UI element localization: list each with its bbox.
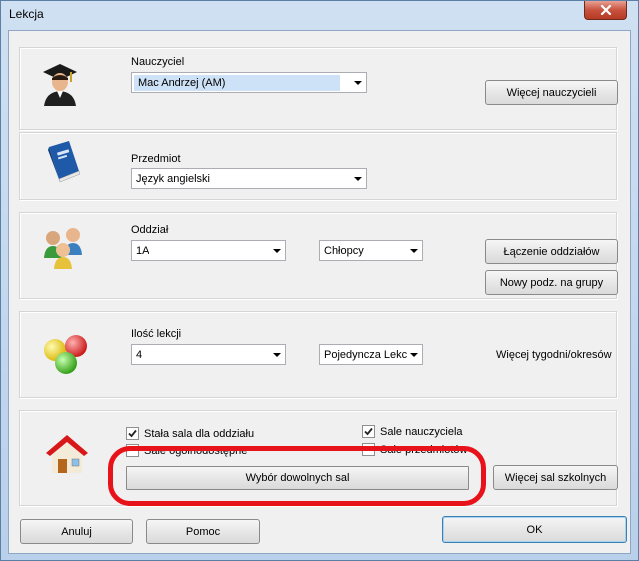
division-value: 1A xyxy=(136,245,150,257)
lessons-panel: Ilość lekcji 4 Pojedyncza Lekc Więcej ty… xyxy=(19,311,617,398)
title-bar[interactable]: Lekcja xyxy=(1,1,638,27)
chevron-down-icon xyxy=(354,81,362,85)
subject-panel: Przedmiot Język angielski xyxy=(19,132,617,200)
fixed-room-checkbox[interactable] xyxy=(126,427,139,440)
choose-rooms-button[interactable]: Wybór dowolnych sal xyxy=(126,466,469,490)
subject-label: Przedmiot xyxy=(131,153,181,165)
close-button[interactable] xyxy=(584,1,627,20)
lesson-type-select[interactable]: Pojedyncza Lekc xyxy=(319,344,423,365)
new-group-split-button[interactable]: Nowy podz. na grupy xyxy=(485,270,618,295)
balls-icon xyxy=(44,335,87,374)
more-school-rooms-button[interactable]: Więcej sal szkolnych xyxy=(493,465,618,490)
subject-value: Język angielski xyxy=(136,173,210,185)
lesson-count-select[interactable]: 4 xyxy=(131,344,286,365)
chevron-down-icon xyxy=(354,177,362,181)
division-label: Oddział xyxy=(131,224,169,236)
public-rooms-label: Sale ogólnodostępne xyxy=(144,445,248,457)
division-panel: Oddział 1A Chłopcy Łączenie oddziałów No… xyxy=(19,212,618,299)
rooms-panel: Stała sala dla oddziału Sale ogólnodostę… xyxy=(19,410,618,506)
join-divisions-button[interactable]: Łączenie oddziałów xyxy=(485,239,618,264)
teacher-label: Nauczyciel xyxy=(131,56,185,68)
close-icon xyxy=(600,5,611,15)
lesson-count-value: 4 xyxy=(136,349,143,361)
book-icon xyxy=(48,141,81,183)
window-title: Lekcja xyxy=(9,7,44,21)
teacher-panel: Nauczyciel Mac Andrzej (AM) Więcej naucz… xyxy=(19,47,618,130)
chevron-down-icon xyxy=(410,353,418,357)
ok-button[interactable]: OK xyxy=(442,516,627,543)
public-rooms-checkbox[interactable] xyxy=(126,444,139,457)
dialog-body: Nauczyciel Mac Andrzej (AM) Więcej naucz… xyxy=(8,30,631,554)
house-icon xyxy=(46,435,88,473)
graduate-icon xyxy=(43,64,77,106)
checkmark-icon xyxy=(128,429,137,438)
lesson-type-value: Pojedyncza Lekc xyxy=(324,349,408,361)
group-select[interactable]: Chłopcy xyxy=(319,240,423,261)
teacher-select[interactable]: Mac Andrzej (AM) xyxy=(131,72,367,93)
more-weeks-link[interactable]: Więcej tygodni/okresów xyxy=(496,349,612,361)
teacher-rooms-checkbox[interactable] xyxy=(362,425,375,438)
lesson-dialog: Lekcja Nauczyciel Mac Andrzej (AM) Więce… xyxy=(0,0,639,561)
lesson-count-label: Ilość lekcji xyxy=(131,328,182,340)
division-select[interactable]: 1A xyxy=(131,240,286,261)
cancel-button[interactable]: Anuluj xyxy=(20,519,133,544)
subject-rooms-checkbox[interactable] xyxy=(362,443,375,456)
subject-rooms-label: Sale przedmiotów xyxy=(380,444,468,456)
subject-select[interactable]: Język angielski xyxy=(131,168,367,189)
help-button[interactable]: Pomoc xyxy=(146,519,260,544)
chevron-down-icon xyxy=(410,249,418,253)
more-teachers-button[interactable]: Więcej nauczycieli xyxy=(485,80,618,105)
chevron-down-icon xyxy=(273,249,281,253)
teacher-value: Mac Andrzej (AM) xyxy=(134,75,340,91)
group-value: Chłopcy xyxy=(324,245,364,257)
checkmark-icon xyxy=(364,427,373,436)
teacher-rooms-label: Sale nauczyciela xyxy=(380,426,463,438)
students-group-icon xyxy=(44,228,82,269)
fixed-room-label: Stała sala dla oddziału xyxy=(144,428,255,440)
chevron-down-icon xyxy=(273,353,281,357)
